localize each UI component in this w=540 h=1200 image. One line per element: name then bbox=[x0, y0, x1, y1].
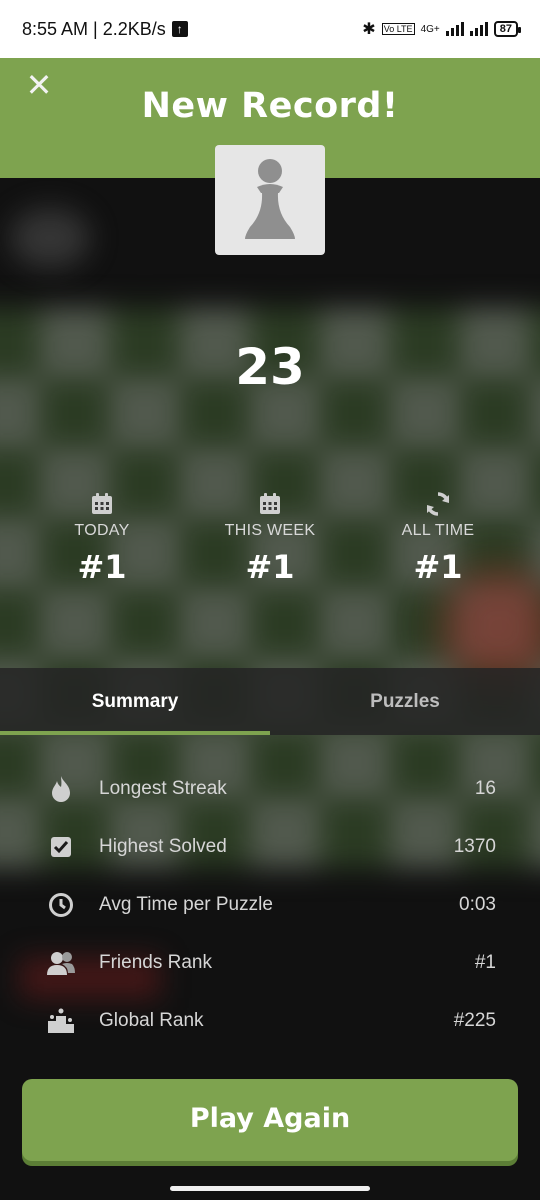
stat-row-avg-time: Avg Time per Puzzle 0:03 bbox=[0, 876, 540, 934]
volte-icon: Vo LTE bbox=[381, 23, 415, 35]
rank-label: TODAY bbox=[74, 522, 130, 539]
rank-this-week: THIS WEEK #1 bbox=[190, 488, 350, 586]
podium-icon bbox=[48, 1008, 74, 1033]
stat-icon-container bbox=[46, 774, 76, 804]
stat-icon-container bbox=[46, 890, 76, 920]
signal-icon-2 bbox=[469, 22, 488, 36]
rank-value: #1 bbox=[77, 548, 127, 586]
stat-row-global-rank: Global Rank #225 bbox=[0, 992, 540, 1050]
battery-level: 87 bbox=[499, 23, 512, 35]
signal-icon bbox=[445, 22, 464, 36]
status-left: 8:55 AM | 2.2KB/s ↑ bbox=[22, 19, 188, 40]
tab-summary[interactable]: Summary bbox=[0, 668, 270, 735]
stat-value: #1 bbox=[474, 952, 496, 973]
rank-today: TODAY #1 bbox=[22, 488, 182, 586]
rank-value: #1 bbox=[413, 548, 463, 586]
rank-label: ALL TIME bbox=[401, 522, 475, 539]
stat-label: Global Rank bbox=[99, 1010, 204, 1031]
stat-icon-container bbox=[46, 948, 76, 978]
upload-icon: ↑ bbox=[171, 21, 188, 37]
stat-value: 1370 bbox=[453, 836, 496, 857]
tab-puzzles[interactable]: Puzzles bbox=[270, 668, 540, 735]
rank-icon-container bbox=[22, 488, 182, 520]
calendar-icon bbox=[260, 493, 280, 514]
stat-row-highest-solved: Highest Solved 1370 bbox=[0, 818, 540, 876]
page-title: New Record! bbox=[141, 86, 399, 126]
rank-icon-container bbox=[190, 488, 350, 520]
rank-value: #1 bbox=[245, 548, 295, 586]
status-right: ✱ Vo LTE 4G+ 87 bbox=[362, 19, 522, 39]
home-indicator[interactable] bbox=[170, 1186, 370, 1191]
refresh-icon bbox=[426, 492, 450, 516]
blur-spot bbox=[10, 208, 90, 268]
stats-list: Longest Streak 16 Highest Solved 1370 Av… bbox=[0, 760, 540, 1050]
stat-label: Avg Time per Puzzle bbox=[99, 894, 273, 915]
flame-icon bbox=[52, 776, 70, 802]
stat-icon-container bbox=[46, 832, 76, 862]
rank-icon-container bbox=[358, 488, 518, 520]
network-type: 4G+ bbox=[420, 23, 440, 35]
stat-label: Longest Streak bbox=[99, 778, 227, 799]
status-time: 8:55 AM | 2.2KB/s bbox=[22, 18, 166, 39]
stat-label: Friends Rank bbox=[99, 952, 212, 973]
stat-value: 16 bbox=[474, 778, 496, 799]
status-bar: 8:55 AM | 2.2KB/s ↑ ✱ Vo LTE 4G+ 87 bbox=[0, 0, 540, 58]
stat-label: Highest Solved bbox=[99, 836, 227, 857]
pawn-icon bbox=[245, 159, 295, 239]
rank-summary: TODAY #1 THIS WEEK #1 ALL TIME #1 bbox=[0, 488, 540, 598]
checkbox-icon bbox=[51, 837, 71, 857]
puzzle-score: 23 bbox=[235, 338, 305, 396]
stat-row-longest-streak: Longest Streak 16 bbox=[0, 760, 540, 818]
stat-icon-container bbox=[46, 1006, 76, 1036]
tab-bar: Summary Puzzles bbox=[0, 668, 540, 735]
clock-icon bbox=[49, 893, 73, 917]
stat-value: #225 bbox=[453, 1010, 496, 1031]
stat-value: 0:03 bbox=[459, 894, 496, 915]
rank-label: THIS WEEK bbox=[224, 522, 316, 539]
bluetooth-icon: ✱ bbox=[362, 21, 376, 38]
battery-icon: 87 bbox=[493, 21, 522, 37]
friends-icon bbox=[47, 952, 75, 975]
rank-all-time: ALL TIME #1 bbox=[358, 488, 518, 586]
stat-row-friends-rank: Friends Rank #1 bbox=[0, 934, 540, 992]
calendar-icon bbox=[92, 493, 112, 514]
play-again-button[interactable]: Play Again bbox=[22, 1079, 518, 1161]
pawn-avatar bbox=[215, 145, 325, 255]
